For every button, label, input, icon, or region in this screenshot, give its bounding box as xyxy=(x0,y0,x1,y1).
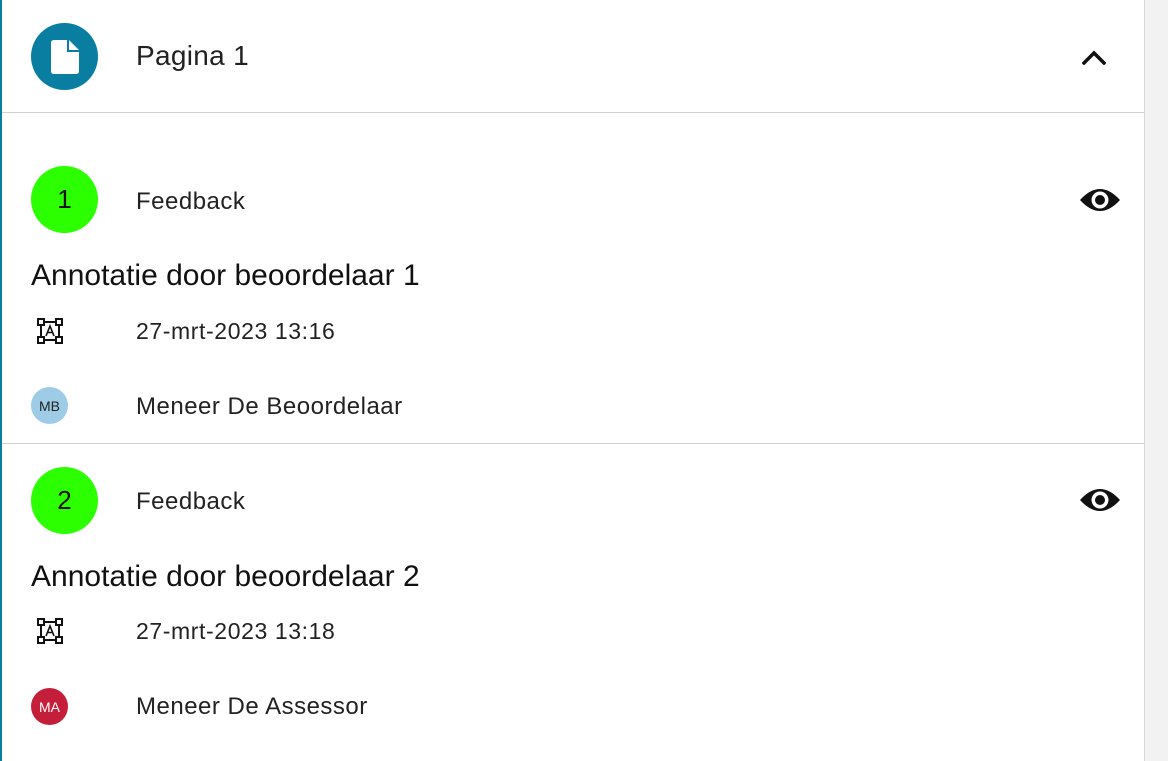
annotation-date: 27-mrt-2023 13:18 xyxy=(136,618,336,644)
document-icon xyxy=(50,39,79,74)
annotation-number-badge: 2 xyxy=(31,467,98,534)
chevron-up-icon xyxy=(1082,50,1106,65)
view-annotation-button[interactable] xyxy=(1078,484,1122,516)
annotation-author: Meneer De Assessor xyxy=(136,693,368,720)
annotation-title: Annotatie door beoordelaar 2 xyxy=(31,560,420,593)
eye-icon xyxy=(1080,489,1120,511)
text-box-icon xyxy=(37,318,63,344)
page-title: Pagina 1 xyxy=(136,40,249,71)
annotation-title: Annotatie door beoordelaar 1 xyxy=(31,259,420,292)
view-annotation-button[interactable] xyxy=(1078,184,1122,216)
page-header[interactable]: Pagina 1 xyxy=(2,0,1144,113)
eye-icon xyxy=(1080,189,1120,211)
annotation-type-label: Feedback xyxy=(136,488,246,515)
annotation-author: Meneer De Beoordelaar xyxy=(136,393,403,420)
avatar: MB xyxy=(31,387,68,424)
page-avatar xyxy=(31,23,98,90)
annotation-number-badge: 1 xyxy=(31,166,98,233)
annotation-date: 27-mrt-2023 13:16 xyxy=(136,318,336,344)
text-box-icon xyxy=(37,618,63,644)
annotation-item[interactable]: 2 Feedback Annotatie door beoordelaar 2 … xyxy=(2,444,1144,761)
annotation-type-label: Feedback xyxy=(136,188,246,215)
collapse-button[interactable] xyxy=(1078,41,1110,73)
annotations-panel: Pagina 1 1 Feedback Annotatie door beoor… xyxy=(0,0,1145,761)
annotation-item[interactable]: 1 Feedback Annotatie door beoordelaar 1 … xyxy=(2,114,1144,444)
avatar: MA xyxy=(31,688,68,725)
